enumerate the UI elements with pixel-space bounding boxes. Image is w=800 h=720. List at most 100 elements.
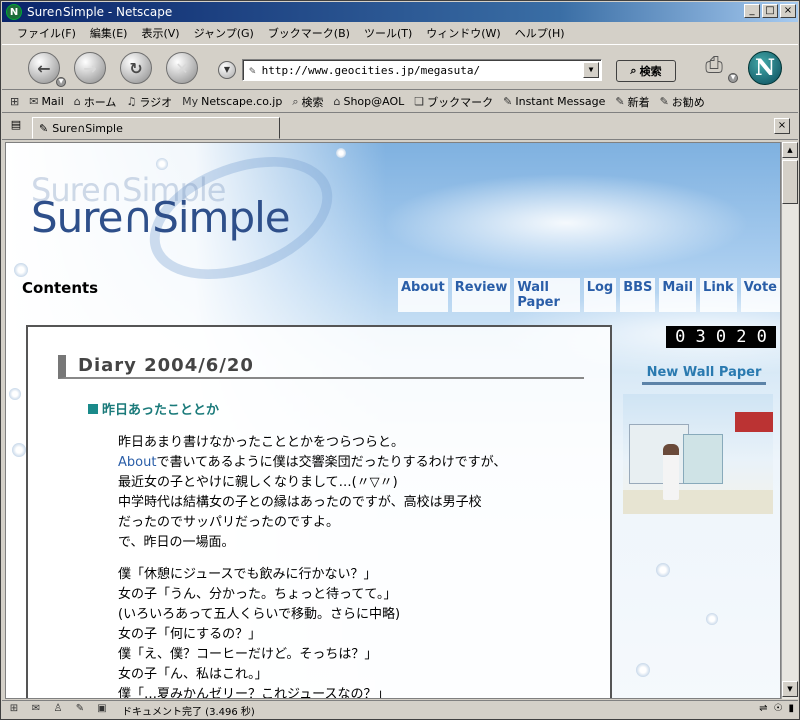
composer-icon[interactable]: ✎ [72, 703, 88, 717]
personal-toolbar: ⊞ ✉ Mail ⌂ ホーム ♫ ラジオ My Netscape.co.jp ⌕ 検索 ⌂… [2, 91, 798, 113]
dialogue-line: 女の子「ん、私はこれ。」 [118, 667, 268, 682]
toolbar-item-label: ホーム [83, 95, 117, 109]
im-icon: ✎ [503, 95, 513, 108]
tab-sure-simple[interactable]: ✎ Sure∩Simple [32, 117, 280, 139]
toolbar-item-label: Mail [41, 95, 64, 108]
toolbar-item-instant-message[interactable]: ✎ Instant Message [503, 95, 605, 108]
location-dropdown-button[interactable]: ▼ [218, 61, 236, 79]
stop-icon: ✕ [175, 58, 189, 78]
toolbar-item-recommend[interactable]: ✎ お勧め [660, 94, 705, 110]
about-link[interactable]: About [118, 455, 156, 470]
maximize-button[interactable]: □ [762, 4, 778, 18]
vertical-scrollbar[interactable]: ▲ ▼ [781, 142, 798, 699]
dialogue-line: (いろいろあって五人くらいで移動。さらに中略) [118, 607, 401, 622]
status-bar: ⊞ ✉ ♙ ✎ ▣ ドキュメント完了 (3.496 秒) ⇌ ☉ ▮ [2, 700, 798, 719]
menu-go[interactable]: ジャンプ(G) [187, 23, 261, 43]
counter-digit: 0 [715, 327, 727, 347]
toolbar-item-bookmarks[interactable]: ❏ ブックマーク [414, 94, 493, 110]
print-dropdown[interactable]: ▼ [728, 73, 738, 83]
toolbar-item-netscape[interactable]: My Netscape.co.jp [182, 95, 282, 108]
forward-arrow-icon: → [83, 58, 97, 78]
menu-window[interactable]: ウィンドウ(W) [419, 23, 507, 43]
diary-line-text: で書いてあるように僕は交響楽団だったりするわけですが、 [156, 455, 507, 470]
nav-link-link[interactable]: Link [700, 278, 737, 312]
page-icon: ✎ [249, 63, 256, 77]
counter-digit: 3 [695, 327, 706, 347]
shop-icon: ⌂ [333, 95, 341, 108]
forward-button[interactable]: → [74, 52, 106, 84]
menu-bar: ファイル(F) 編集(E) 表示(V) ジャンプ(G) ブックマーク(B) ツー… [2, 23, 798, 43]
tab-list-icon[interactable]: ▤ [7, 118, 25, 134]
nav-link-mail[interactable]: Mail [659, 278, 697, 312]
diary-line: だったのでサッパリだったのですよ。 [118, 515, 340, 530]
toolbar-item-label: お勧め [671, 95, 705, 109]
tab-label: Sure∩Simple [52, 121, 123, 135]
expand-icon[interactable]: ⊞ [6, 703, 22, 717]
diary-line: 昨日あまり書けなかったこととかをつらつらと。 [118, 435, 405, 450]
toolbar-item-search[interactable]: ⌕ 検索 [292, 94, 323, 110]
entry-subheading-text: 昨日あったこととか [102, 403, 220, 418]
tabs-icon: ⊞ [10, 95, 20, 108]
netscape-logo[interactable]: N [748, 51, 782, 85]
dialogue-line: 僕「…夏みかんゼリー？これジュースなの？」 [118, 687, 390, 699]
snow-dot [14, 263, 28, 277]
toolbar-item-home[interactable]: ⌂ ホーム [74, 94, 117, 110]
toolbar-item-shop[interactable]: ⌂ Shop@AOL [333, 95, 404, 108]
wallpaper-thumbnail[interactable] [623, 394, 773, 514]
contents-heading: Contents [22, 279, 99, 297]
site-logo[interactable]: Sure∩Simple [31, 193, 291, 242]
menu-tools[interactable]: ツール(T) [357, 23, 419, 43]
scroll-thumb[interactable] [782, 160, 798, 204]
minimize-button[interactable]: _ [744, 4, 760, 18]
nav-link-wallpaper[interactable]: Wall Paper [514, 278, 580, 312]
dialogue-line: 女の子「何にするの？」 [118, 627, 262, 642]
reload-button[interactable]: ↻ [120, 52, 152, 84]
thumbnail-figure [663, 444, 679, 500]
toolbar-item-mail[interactable]: ✉ Mail [29, 95, 64, 108]
diary-panel: Diary 2004/6/20 昨日あったこととか 昨日あまり書けなかったことと… [26, 325, 612, 699]
window-controls: _ □ × [744, 4, 796, 18]
toolbar-item-label: ラジオ [139, 95, 173, 109]
radio-icon: ♫ [126, 95, 137, 108]
stop-button[interactable]: ✕ [166, 52, 198, 84]
address-book-icon[interactable]: ▣ [94, 703, 110, 717]
menu-edit[interactable]: 編集(E) [83, 23, 135, 43]
menu-bookmarks[interactable]: ブックマーク(B) [261, 23, 357, 43]
back-button[interactable]: ← [28, 52, 60, 84]
lock-icon[interactable]: ▮ [788, 703, 794, 714]
nav-link-log[interactable]: Log [583, 278, 617, 312]
diary-line: 中学時代は結構女の子との縁はあったのですが、高校は男子校 [118, 495, 482, 510]
toolbar-item-new[interactable]: ✎ 新着 [615, 94, 649, 110]
back-history-dropdown[interactable]: ▼ [56, 77, 66, 87]
window-title: Sure∩Simple - Netscape [27, 5, 173, 19]
menu-view[interactable]: 表示(V) [134, 23, 186, 43]
nav-link-bbs[interactable]: BBS [620, 278, 656, 312]
menu-file[interactable]: ファイル(F) [10, 23, 83, 43]
personal-toolbar-tabs-icon[interactable]: ⊞ [10, 95, 19, 108]
print-icon[interactable]: ⎙ [698, 53, 730, 83]
back-arrow-icon: ← [37, 58, 51, 78]
diary-line: 最近女の子とやけに親しくなりまして…(〃▽〃) [118, 475, 398, 490]
close-button[interactable]: × [780, 4, 796, 18]
search-button[interactable]: ⌕ 検索 [616, 60, 676, 82]
menu-help[interactable]: ヘルプ(H) [508, 23, 572, 43]
new-wallpaper-link[interactable]: New Wall Paper [642, 365, 766, 385]
nav-link-review[interactable]: Review [451, 278, 511, 312]
close-tab-button[interactable]: × [774, 118, 790, 134]
toolbar-item-label: Instant Message [515, 95, 606, 108]
snow-dot [12, 443, 26, 457]
snow-dot [336, 148, 346, 158]
im-icon[interactable]: ♙ [50, 703, 66, 717]
mail-icon[interactable]: ✉ [28, 703, 44, 717]
thumbnail-building [683, 434, 723, 484]
url-history-dropdown[interactable]: ▼ [583, 62, 599, 78]
security-icon: ☉ [773, 703, 783, 714]
mail-icon: ✉ [29, 95, 39, 108]
nav-link-about[interactable]: About [398, 278, 448, 312]
toolbar-item-radio[interactable]: ♫ ラジオ [126, 94, 172, 110]
nav-link-vote[interactable]: Vote [740, 278, 780, 312]
url-input[interactable]: ✎ http://www.geocities.jp/megasuta/ ▼ [242, 59, 602, 81]
scroll-down-button[interactable]: ▼ [782, 681, 798, 697]
scroll-up-button[interactable]: ▲ [782, 142, 798, 158]
